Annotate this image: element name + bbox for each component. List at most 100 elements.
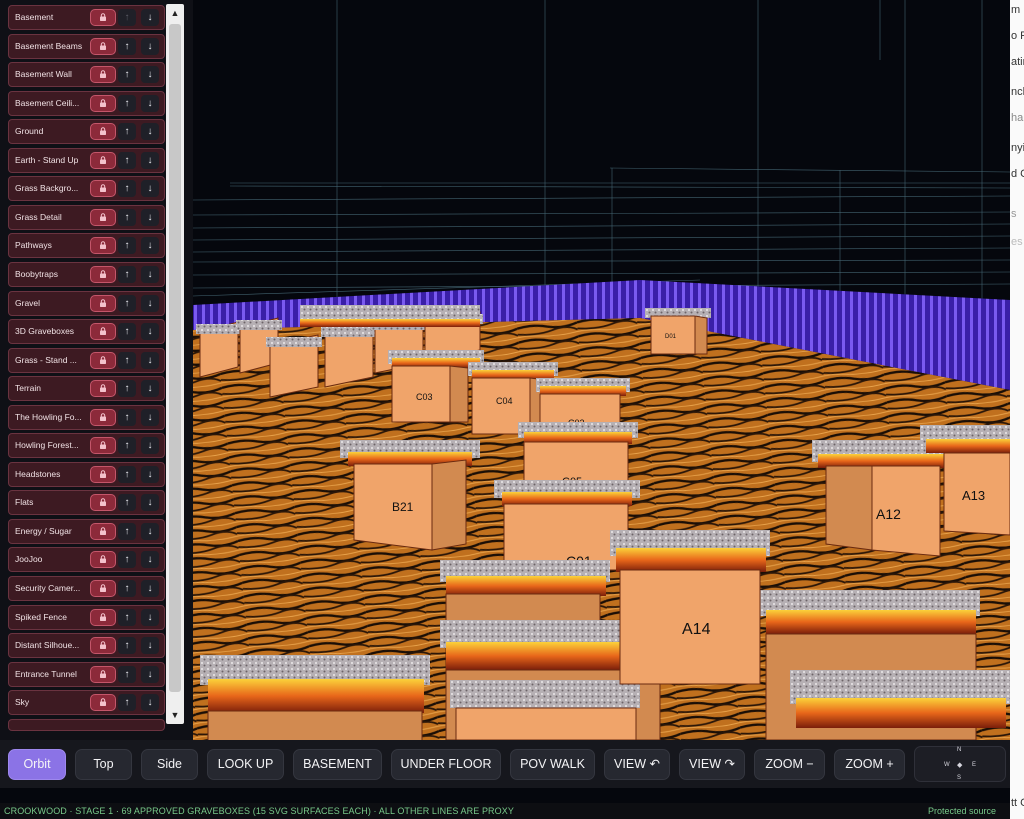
orbit-button[interactable]: Orbit xyxy=(8,749,66,780)
move-layer-down-button[interactable]: ↓ xyxy=(141,551,159,569)
move-layer-up-button[interactable]: ↑ xyxy=(118,522,136,540)
move-layer-up-button[interactable]: ↑ xyxy=(118,380,136,398)
move-layer-up-button[interactable]: ↑ xyxy=(118,237,136,255)
move-layer-down-button[interactable]: ↓ xyxy=(141,123,159,141)
layer-lock-button[interactable] xyxy=(90,351,116,369)
layer-row[interactable]: Gravel ↑ ↓ xyxy=(8,290,165,316)
move-layer-up-button[interactable]: ↑ xyxy=(118,694,136,712)
layer-row[interactable]: Entrance Tunnel ↑ ↓ xyxy=(8,661,165,687)
move-layer-up-button[interactable]: ↑ xyxy=(118,180,136,198)
layer-lock-button[interactable] xyxy=(90,37,116,55)
move-layer-up-button[interactable]: ↑ xyxy=(118,37,136,55)
layer-lock-button[interactable] xyxy=(90,580,116,597)
compass-widget[interactable]: N W ◆ E S xyxy=(914,746,1006,782)
layer-lock-button[interactable] xyxy=(90,380,116,398)
move-layer-down-button[interactable]: ↓ xyxy=(141,665,159,683)
layer-row[interactable]: Flats ↑ ↓ xyxy=(8,490,165,516)
gravebox-b21[interactable]: B21 xyxy=(340,440,480,551)
move-layer-up-button[interactable]: ↑ xyxy=(118,494,136,512)
layer-lock-button[interactable] xyxy=(90,665,116,683)
move-layer-down-button[interactable]: ↓ xyxy=(141,294,159,312)
layer-row[interactable]: Sky ↑ ↓ xyxy=(8,690,165,716)
gravebox-a12[interactable]: A12 xyxy=(812,440,952,557)
layer-lock-button[interactable] xyxy=(90,294,116,312)
layer-row[interactable]: JooJoo ↑ ↓ xyxy=(8,547,165,573)
layer-row[interactable]: Earth - Stand Up ↑ ↓ xyxy=(8,147,165,173)
pov-walk-button[interactable]: POV WALK xyxy=(510,749,595,780)
zoom-in-button[interactable]: ZOOM + xyxy=(834,749,905,780)
scroll-thumb[interactable] xyxy=(169,24,181,692)
layer-row[interactable]: Headstones ↑ ↓ xyxy=(8,461,165,487)
move-layer-up-button[interactable]: ↑ xyxy=(118,323,136,341)
top-view-button[interactable]: Top xyxy=(75,749,132,780)
move-layer-up-button[interactable]: ↑ xyxy=(118,151,136,169)
layer-row[interactable]: Ground ↑ ↓ xyxy=(8,119,165,145)
layer-row[interactable]: Grass Backgro... ↑ ↓ xyxy=(8,176,165,202)
move-layer-up-button[interactable]: ↑ xyxy=(118,465,136,483)
layer-lock-button[interactable] xyxy=(90,551,116,569)
side-view-button[interactable]: Side xyxy=(141,749,198,780)
move-layer-down-button[interactable]: ↓ xyxy=(141,608,159,626)
move-layer-down-button[interactable]: ↓ xyxy=(141,351,159,369)
under-floor-button[interactable]: UNDER FLOOR xyxy=(391,749,501,780)
move-layer-up-button[interactable]: ↑ xyxy=(118,66,136,84)
layer-row[interactable]: Security Camer... ↑ ↓ xyxy=(8,576,165,601)
look-up-button[interactable]: LOOK UP xyxy=(207,749,284,780)
move-layer-down-button[interactable]: ↓ xyxy=(141,265,159,283)
move-layer-down-button[interactable]: ↓ xyxy=(141,522,159,540)
layer-row[interactable]: Basement Ceili... ↑ ↓ xyxy=(8,90,165,116)
layer-row[interactable]: The Howling Fo... ↑ ↓ xyxy=(8,404,165,430)
layer-lock-button[interactable] xyxy=(90,408,116,426)
layer-row[interactable]: Basement Wall ↑ ↓ xyxy=(8,62,165,88)
layer-row[interactable]: Grass Detail ↑ ↓ xyxy=(8,204,165,230)
move-layer-down-button[interactable]: ↓ xyxy=(141,9,159,26)
move-layer-down-button[interactable]: ↓ xyxy=(141,494,159,512)
move-layer-down-button[interactable]: ↓ xyxy=(141,380,159,398)
basement-button[interactable]: BASEMENT xyxy=(293,749,382,780)
move-layer-up-button[interactable]: ↑ xyxy=(118,551,136,569)
layer-row[interactable]: Basement Beams ↑ ↓ xyxy=(8,33,165,59)
move-layer-down-button[interactable]: ↓ xyxy=(141,580,159,597)
view-rotate-right-button[interactable]: VIEW ↷ xyxy=(679,749,745,780)
gravebox-d01[interactable]: D01 xyxy=(645,308,711,355)
zoom-out-button[interactable]: ZOOM − xyxy=(754,749,825,780)
move-layer-up-button[interactable]: ↑ xyxy=(118,608,136,626)
layer-lock-button[interactable] xyxy=(90,637,116,655)
gravebox-a14[interactable]: A14 xyxy=(610,530,770,685)
move-layer-down-button[interactable]: ↓ xyxy=(141,465,159,483)
move-layer-down-button[interactable]: ↓ xyxy=(141,151,159,169)
move-layer-up-button[interactable]: ↑ xyxy=(118,637,136,655)
layer-lock-button[interactable] xyxy=(90,151,116,169)
layer-lock-button[interactable] xyxy=(90,694,116,712)
layer-lock-button[interactable] xyxy=(90,9,116,26)
layer-lock-button[interactable] xyxy=(90,66,116,84)
move-layer-down-button[interactable]: ↓ xyxy=(141,408,159,426)
layer-lock-button[interactable] xyxy=(90,180,116,198)
move-layer-up-button[interactable]: ↑ xyxy=(118,294,136,312)
scroll-down-arrow-icon[interactable]: ▼ xyxy=(166,706,184,724)
move-layer-down-button[interactable]: ↓ xyxy=(141,637,159,655)
view-rotate-left-button[interactable]: VIEW ↶ xyxy=(604,749,670,780)
layer-row[interactable]: Energy / Sugar ↑ ↓ xyxy=(8,518,165,544)
move-layer-up-button[interactable]: ↑ xyxy=(118,9,136,26)
layer-row[interactable]: Boobytraps ↑ ↓ xyxy=(8,261,165,287)
move-layer-up-button[interactable]: ↑ xyxy=(118,94,136,112)
layer-lock-button[interactable] xyxy=(90,437,116,455)
layer-row[interactable]: Terrain ↑ ↓ xyxy=(8,376,165,402)
layer-lock-button[interactable] xyxy=(90,494,116,512)
move-layer-down-button[interactable]: ↓ xyxy=(141,237,159,255)
move-layer-down-button[interactable]: ↓ xyxy=(141,94,159,112)
move-layer-up-button[interactable]: ↑ xyxy=(118,265,136,283)
layer-lock-button[interactable] xyxy=(90,123,116,141)
layer-row[interactable]: 3D Graveboxes ↑ ↓ xyxy=(8,319,165,345)
layer-row[interactable]: Pathways ↑ ↓ xyxy=(8,233,165,259)
move-layer-up-button[interactable]: ↑ xyxy=(118,123,136,141)
move-layer-up-button[interactable]: ↑ xyxy=(118,665,136,683)
layer-lock-button[interactable] xyxy=(90,608,116,626)
move-layer-down-button[interactable]: ↓ xyxy=(141,208,159,226)
layer-lock-button[interactable] xyxy=(90,465,116,483)
layer-lock-button[interactable] xyxy=(90,208,116,226)
layer-row[interactable]: Basement ↑ ↓ xyxy=(8,5,165,30)
move-layer-up-button[interactable]: ↑ xyxy=(118,408,136,426)
move-layer-up-button[interactable]: ↑ xyxy=(118,580,136,597)
